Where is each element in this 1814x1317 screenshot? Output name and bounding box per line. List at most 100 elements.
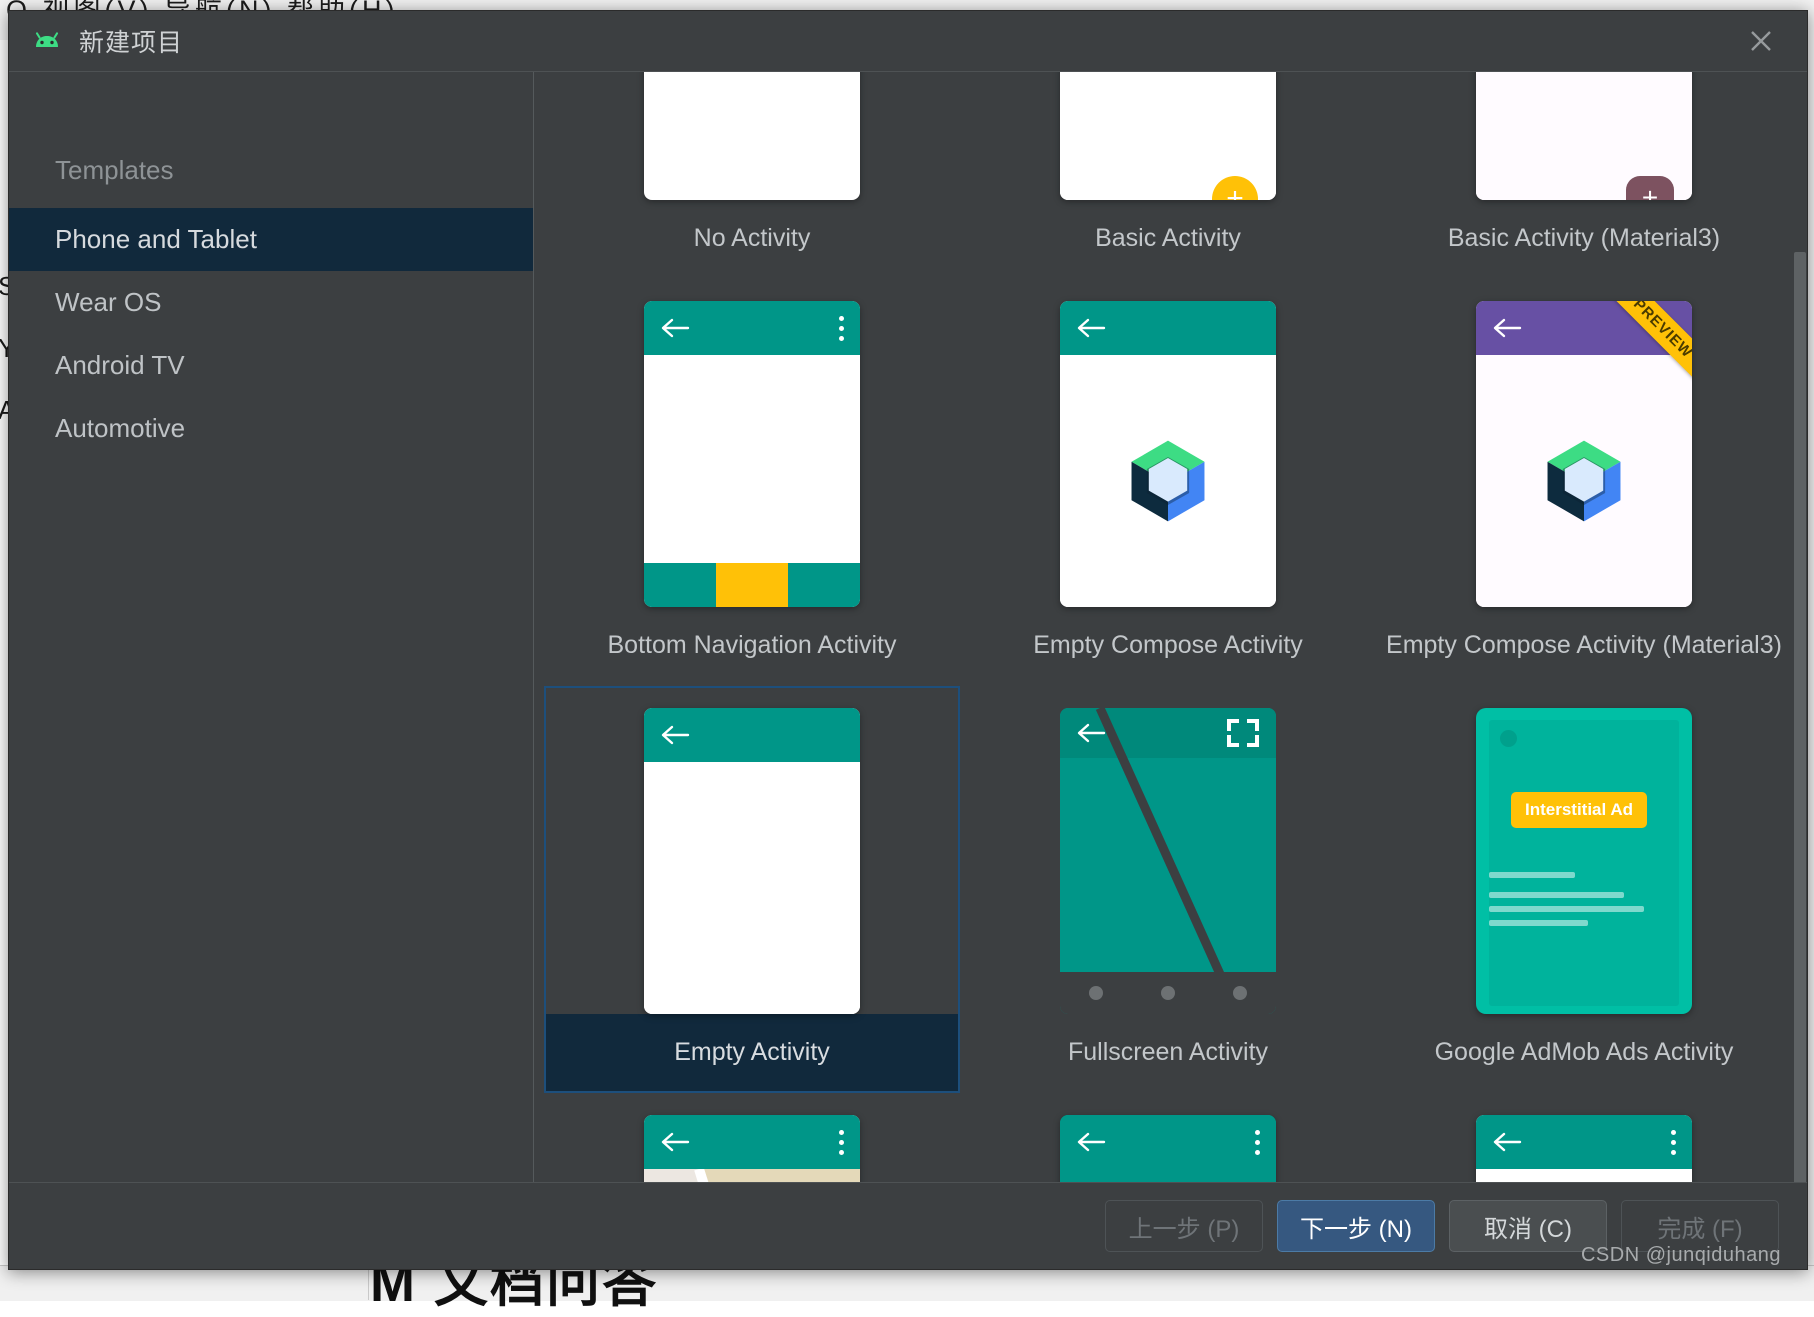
- template-card-no-activity[interactable]: No Activity: [544, 72, 960, 279]
- app-bar: [644, 708, 860, 762]
- template-label: Bottom Navigation Activity: [544, 607, 960, 686]
- dialog-footer: 上一步 (P) 下一步 (N) 取消 (C) 完成 (F) CSDN @junq…: [9, 1182, 1807, 1269]
- template-label: Empty Compose Activity: [960, 607, 1376, 686]
- content-area: [1060, 355, 1276, 607]
- back-arrow-icon: [660, 724, 690, 746]
- back-arrow-icon: [1076, 317, 1106, 339]
- content-area: [1476, 355, 1692, 607]
- dialog-titlebar: 新建项目: [9, 11, 1807, 72]
- template-card-bottom-navigation-activity[interactable]: Bottom Navigation Activity: [544, 279, 960, 686]
- template-label: Empty Activity: [544, 1014, 960, 1093]
- next-button[interactable]: 下一步 (N): [1277, 1200, 1435, 1252]
- template-thumbnail: +: [1059, 72, 1277, 200]
- footer-divider: [9, 1182, 1807, 1183]
- jetpack-compose-logo-icon: [1120, 433, 1216, 529]
- android-logo-icon: [29, 29, 65, 53]
- content-area: [1476, 1169, 1692, 1182]
- sidebar-item-label: Android TV: [55, 350, 185, 381]
- template-thumbnail: +: [1475, 72, 1693, 200]
- sidebar-item-label: Wear OS: [55, 287, 161, 318]
- back-arrow-icon: [1076, 1131, 1106, 1153]
- app-bar: [644, 301, 860, 355]
- sidebar-item-android-tv[interactable]: Android TV: [9, 334, 533, 397]
- bottom-nav-item-active: [716, 563, 788, 607]
- app-bar: [1060, 1115, 1276, 1169]
- phone-preview-blank: [644, 72, 860, 200]
- overflow-menu-icon: [839, 316, 844, 341]
- templates-sidebar: Templates Phone and Tablet Wear OS Andro…: [9, 72, 534, 1182]
- sidebar-header: Templates: [9, 132, 533, 208]
- sidebar-item-phone-and-tablet[interactable]: Phone and Tablet: [9, 208, 533, 271]
- fab-add-icon: +: [1626, 176, 1674, 200]
- dialog-title: 新建项目: [79, 23, 183, 59]
- phone-preview-basic: +: [1060, 72, 1276, 200]
- previous-button[interactable]: 上一步 (P): [1105, 1200, 1263, 1252]
- backdrop-status-strip: [0, 1265, 1814, 1301]
- template-card-empty-compose-activity-material3[interactable]: PREVIEW Empty Compose Activity (Material…: [1376, 279, 1792, 686]
- template-thumbnail: [643, 72, 861, 200]
- vertical-scrollbar[interactable]: [1793, 72, 1807, 1182]
- scrollbar-thumb[interactable]: [1794, 252, 1806, 1182]
- sidebar-item-wear-os[interactable]: Wear OS: [9, 271, 533, 334]
- sidebar-item-automotive[interactable]: Automotive: [9, 397, 533, 460]
- template-label: Empty Compose Activity (Material3): [1376, 607, 1792, 686]
- template-card-google-admob-ads-activity[interactable]: Interstitial Ad Google AdMob Ads Activit…: [1376, 686, 1792, 1093]
- jetpack-compose-logo-icon: [1536, 433, 1632, 529]
- fab-add-icon: +: [1212, 176, 1258, 200]
- placeholder-line: [1489, 872, 1575, 878]
- template-thumbnail: [1059, 708, 1277, 1014]
- template-thumbnail: [1475, 1115, 1693, 1182]
- content-area: +: [1060, 72, 1276, 200]
- template-card-basic-activity-material3[interactable]: + Basic Activity (Material3): [1376, 72, 1792, 279]
- app-bar: [1060, 301, 1276, 355]
- template-card-basic-activity[interactable]: + Basic Activity: [960, 72, 1376, 279]
- bottom-navigation-bar: [644, 563, 860, 607]
- template-card-google-maps-activity[interactable]: Google Maps Activity: [544, 1093, 960, 1182]
- overflow-menu-icon: [839, 1130, 844, 1155]
- bottom-nav-item: [788, 563, 860, 607]
- placeholder-line: [1489, 920, 1588, 926]
- template-thumbnail: [643, 708, 861, 1014]
- back-arrow-icon: [1492, 1131, 1522, 1153]
- template-card-login-activity[interactable]: Login Activity: [960, 1093, 1376, 1182]
- overflow-menu-icon: [1255, 1130, 1260, 1155]
- template-label: No Activity: [544, 200, 960, 279]
- template-label: Fullscreen Activity: [960, 1014, 1376, 1093]
- templates-scroll-area[interactable]: No Activity: [534, 72, 1807, 1182]
- back-arrow-icon: [1492, 317, 1522, 339]
- system-navigation-bar: [1060, 972, 1276, 1014]
- dialog-body: Templates Phone and Tablet Wear OS Andro…: [9, 72, 1807, 1182]
- watermark: CSDN @junqiduhang: [1581, 1244, 1781, 1267]
- back-arrow-icon: [660, 317, 690, 339]
- templates-grid: No Activity: [534, 72, 1802, 1182]
- template-card-navigation-drawer-activity[interactable]: Navigation Drawer Activity: [1376, 1093, 1792, 1182]
- template-label: Google AdMob Ads Activity: [1376, 1014, 1792, 1093]
- template-card-empty-activity[interactable]: Empty Activity: [544, 686, 960, 1093]
- phone-preview-fullscreen: [1060, 708, 1276, 1014]
- template-thumbnail: PREVIEW: [1475, 301, 1693, 607]
- phone-preview-compose: [1060, 301, 1276, 607]
- phone-preview-bottom-nav: [644, 301, 860, 607]
- sidebar-item-label: Phone and Tablet: [55, 224, 257, 255]
- template-thumbnail: [1059, 1115, 1277, 1182]
- phone-preview-basic-m3: +: [1476, 72, 1692, 200]
- placeholder-line: [1489, 892, 1624, 898]
- template-thumbnail: Interstitial Ad: [1475, 708, 1693, 1014]
- template-thumbnail: [643, 1115, 861, 1182]
- avatar-dot: [1500, 730, 1517, 747]
- map-content: [644, 1169, 860, 1182]
- content-area: +: [1476, 72, 1692, 200]
- template-card-empty-compose-activity[interactable]: Empty Compose Activity: [960, 279, 1376, 686]
- new-project-dialog: 新建项目 Templates Phone and Tablet Wear OS …: [8, 10, 1808, 1270]
- backdrop-status-divider: [368, 1265, 369, 1300]
- template-card-fullscreen-activity[interactable]: Fullscreen Activity: [960, 686, 1376, 1093]
- phone-preview-compose-m3: PREVIEW: [1476, 301, 1692, 607]
- phone-preview-login: [1060, 1115, 1276, 1182]
- close-icon[interactable]: [1735, 21, 1787, 61]
- map-graphic: [644, 1169, 860, 1182]
- template-thumbnail: [1059, 301, 1277, 607]
- diagonal-line-decoration: [1060, 708, 1276, 1014]
- ad-screen: Interstitial Ad: [1489, 720, 1679, 1006]
- content-area: [644, 762, 860, 1014]
- overflow-menu-icon: [1671, 1130, 1676, 1155]
